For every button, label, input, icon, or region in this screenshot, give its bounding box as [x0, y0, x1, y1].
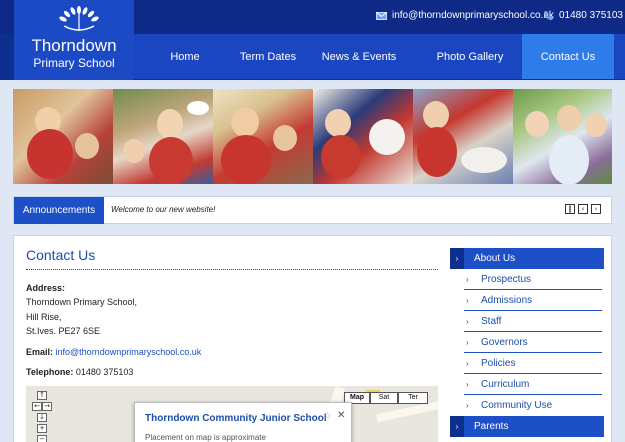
- chevron-right-icon: ›: [466, 401, 469, 410]
- announcement-text[interactable]: Welcome to our new website!: [111, 205, 215, 214]
- sidebar-item-label: Policies: [481, 358, 516, 369]
- header-phone-text: 01480 375103: [559, 10, 623, 21]
- sidebar-item-label: Prospectus: [481, 274, 532, 285]
- banner-photo: [13, 89, 113, 184]
- sidebar-item-admissions[interactable]: › Admissions: [464, 290, 602, 311]
- address-line: Thorndown Primary School,: [26, 297, 138, 307]
- telephone-row: Telephone: 01480 375103: [26, 367, 133, 377]
- chevron-right-icon: ›: [466, 275, 469, 284]
- nav-home[interactable]: Home: [134, 34, 236, 79]
- nav-contact-us[interactable]: Contact Us: [522, 34, 614, 79]
- pan-right-icon[interactable]: →: [42, 402, 52, 411]
- email-link[interactable]: info@thorndownprimaryschool.co.uk: [56, 347, 202, 357]
- announcements-bar: Announcements Welcome to our new website…: [13, 196, 612, 224]
- sidebar-item-staff[interactable]: › Staff: [464, 311, 602, 332]
- chevron-right-icon: ›: [466, 296, 469, 305]
- info-window-note: Placement on map is approximate: [145, 433, 266, 442]
- address-line: St.Ives. PE27 6SE: [26, 326, 101, 336]
- sidebar-header-parents[interactable]: › Parents: [450, 416, 604, 437]
- address-line: Hill Rise,: [26, 312, 62, 322]
- nav-news-events[interactable]: News & Events: [300, 34, 418, 79]
- pan-up-icon[interactable]: ↑: [37, 391, 47, 400]
- sidebar-item-label: Staff: [481, 316, 502, 327]
- phone-icon: [544, 11, 553, 21]
- main-nav: Home Term Dates News & Events Photo Gall…: [134, 34, 625, 79]
- sidebar-item-curriculum[interactable]: › Curriculum: [464, 374, 602, 395]
- location-map[interactable]: ↑ ← → ↓ + − Map Sat Ter Thorndown Commun…: [26, 386, 438, 442]
- chevron-right-icon: ›: [466, 380, 469, 389]
- address-label: Address:: [26, 283, 66, 293]
- next-icon[interactable]: ›: [591, 204, 601, 214]
- sidebar-item-label: Community Use: [481, 400, 553, 411]
- site-header: Thorndown Primary School info@thorndownp…: [0, 0, 625, 80]
- sidebar-header-label: About Us: [474, 253, 516, 264]
- header-email[interactable]: info@thorndownprimaryschool.co.uk: [376, 10, 554, 21]
- email-label: Email:: [26, 347, 54, 357]
- sidebar-item-prospectus[interactable]: › Prospectus: [464, 269, 602, 290]
- chevron-right-icon: ›: [450, 248, 464, 269]
- pan-left-icon[interactable]: ←: [32, 402, 42, 411]
- sidebar-header-about-us[interactable]: › About Us: [450, 248, 604, 269]
- banner-photo: [113, 89, 213, 184]
- zoom-in-icon[interactable]: +: [37, 424, 47, 433]
- sidebar-item-governors[interactable]: › Governors: [464, 332, 602, 353]
- nav-photo-gallery[interactable]: Photo Gallery: [418, 34, 522, 79]
- close-icon[interactable]: ✕: [337, 410, 345, 421]
- email-row: Email: info@thorndownprimaryschool.co.uk: [26, 347, 201, 357]
- prev-icon[interactable]: ‹: [578, 204, 588, 214]
- chevron-right-icon: ›: [466, 338, 469, 347]
- chevron-right-icon: ›: [466, 317, 469, 326]
- school-logo[interactable]: Thorndown Primary School: [14, 0, 134, 80]
- header-phone[interactable]: 01480 375103: [543, 10, 623, 21]
- banner-photo: [513, 89, 612, 184]
- map-type-ter[interactable]: Ter: [398, 392, 428, 404]
- sidebar-item-label: Admissions: [481, 295, 533, 306]
- banner-photo: [413, 89, 513, 184]
- pan-down-icon[interactable]: ↓: [37, 413, 47, 422]
- header-email-text: info@thorndownprimaryschool.co.uk: [392, 10, 554, 21]
- sidebar-item-community-use[interactable]: › Community Use: [464, 395, 602, 416]
- map-info-window: Thorndown Community Junior School ☆ ✕ Pl…: [134, 402, 352, 442]
- banner-photo: [313, 89, 413, 184]
- main-content: Contact Us Address: Thorndown Primary Sc…: [13, 235, 612, 442]
- nav-term-dates[interactable]: Term Dates: [236, 34, 300, 79]
- map-type-sat[interactable]: Sat: [370, 392, 398, 404]
- chevron-right-icon: ›: [466, 359, 469, 368]
- banner-photo: [213, 89, 313, 184]
- chevron-right-icon: ›: [450, 416, 464, 437]
- sidebar-item-label: Governors: [481, 337, 528, 348]
- announcements-label: Announcements: [14, 197, 104, 224]
- envelope-icon: [376, 11, 387, 20]
- photo-banner: [13, 89, 612, 184]
- wheat-sheaf-logo-icon: [59, 6, 99, 31]
- school-name-sub: Primary School: [33, 56, 115, 70]
- info-window-title: Thorndown Community Junior School: [145, 413, 327, 424]
- sidebar-header-label: Parents: [474, 421, 509, 432]
- page-title: Contact Us: [26, 247, 96, 263]
- sidebar-item-policies[interactable]: › Policies: [464, 353, 602, 374]
- pause-icon[interactable]: ‖: [565, 204, 575, 214]
- telephone-label: Telephone:: [26, 367, 74, 377]
- title-divider: [26, 269, 438, 270]
- telephone-value: 01480 375103: [75, 367, 134, 377]
- sidebar-item-label: Curriculum: [481, 379, 530, 390]
- school-name: Thorndown: [31, 36, 117, 55]
- star-icon[interactable]: ☆: [323, 411, 332, 422]
- zoom-out-icon[interactable]: −: [37, 435, 47, 442]
